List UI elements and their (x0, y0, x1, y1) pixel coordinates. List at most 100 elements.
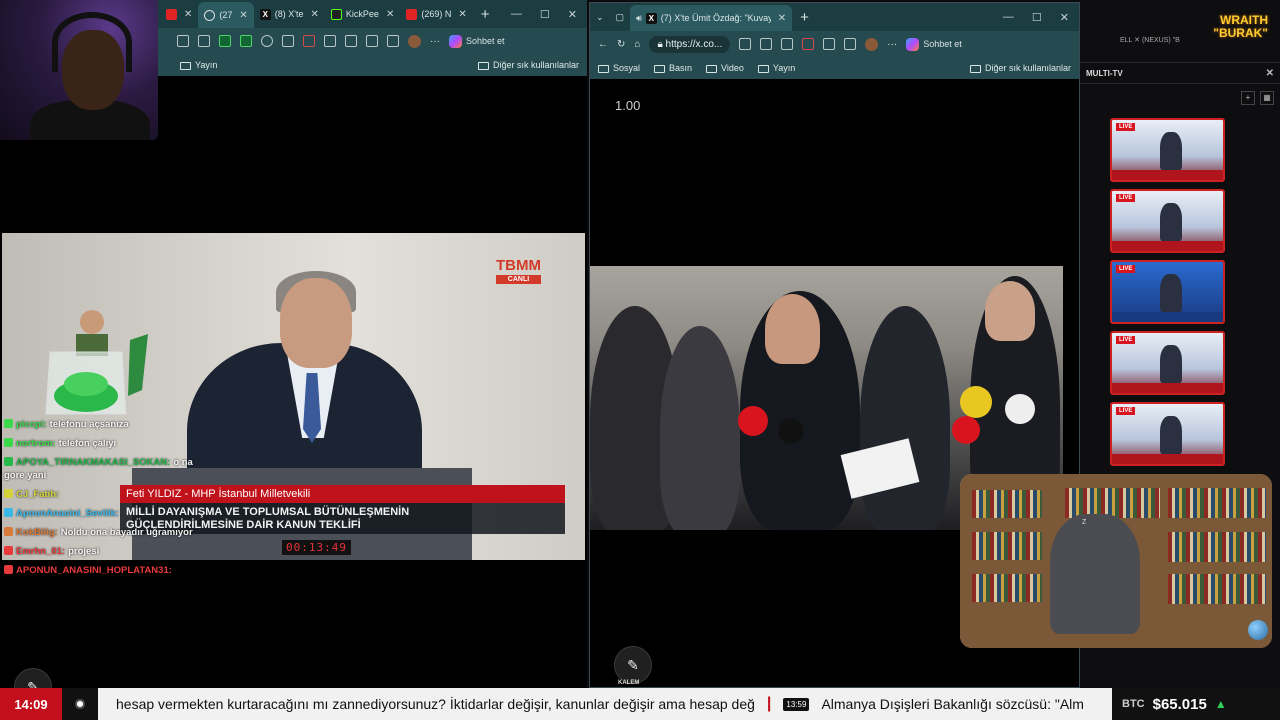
bookmark-video[interactable]: Video (706, 63, 744, 73)
new-tab-button[interactable]: + (792, 9, 817, 26)
chat-message: KokBilig: Noldu ona bayadır uğramıyor (4, 526, 204, 539)
close-window-button[interactable]: ✕ (568, 8, 577, 21)
lock-icon: 🔒︎ (657, 38, 663, 50)
tab-list-dropdown[interactable]: ⌄ (590, 6, 610, 28)
more-menu-icon[interactable]: ··· (887, 39, 897, 50)
copilot-chat-button[interactable]: Sohbet et (449, 34, 505, 48)
chat-username[interactable]: CJ_Fatih: (16, 489, 59, 500)
close-icon[interactable]: ✕ (386, 9, 394, 20)
crowd-figure (660, 326, 740, 530)
kalem-label: KALEM (618, 680, 640, 686)
news-ticker: 14:09 hesap vermekten kurtaracağını mı z… (0, 688, 1280, 720)
favorite-star-icon[interactable] (198, 35, 210, 47)
split-screen-icon[interactable] (345, 35, 357, 47)
chat-text: telefonu açsanıza (49, 419, 129, 430)
chat-username[interactable]: nortrom: (16, 438, 56, 449)
tab-x[interactable]: X (8) X'te ✕ (254, 3, 325, 25)
extension-icon[interactable] (219, 35, 231, 47)
streamer-room-webcam: Z (960, 474, 1272, 648)
minimize-button[interactable]: — (1003, 11, 1014, 24)
microphone (738, 406, 768, 436)
chat-username[interactable]: Emrhn_01: (16, 546, 65, 557)
more-menu-icon[interactable]: ··· (430, 36, 440, 47)
x-logo-icon: X (645, 12, 657, 24)
zoom-level: 1.00 (615, 98, 641, 113)
tv-channel-item[interactable]: LIVE (1110, 189, 1225, 253)
minimize-button[interactable]: — (511, 8, 522, 21)
ticker-track: hesap vermekten kurtaracağını mı zannedi… (98, 688, 1112, 720)
chat-badge-icon (4, 508, 13, 517)
chat-username[interactable]: KokBilig: (16, 527, 58, 538)
folder-icon (969, 64, 981, 73)
extensions-puzzle-icon[interactable] (823, 38, 836, 50)
right-tab-strip: ⌄ ▢ 🔊︎ X (7) X'te Ümit Özdağ: "Kuvay- ✕ … (590, 3, 1079, 31)
chat-username[interactable]: ApounAnasini_Sevilik: (16, 508, 119, 519)
bookmark-basin[interactable]: Basın (654, 63, 692, 73)
tv-channel-item[interactable]: LIVE (1110, 402, 1225, 466)
profile-avatar[interactable] (865, 37, 879, 51)
favorites-icon[interactable] (366, 35, 378, 47)
tab-actions-icon[interactable] (739, 38, 752, 50)
microphone (778, 418, 804, 444)
tab-kick[interactable]: KickPee ✕ (325, 3, 400, 25)
maximize-button[interactable]: ☐ (1032, 11, 1042, 24)
folder-icon (706, 64, 718, 73)
new-tab-button[interactable]: + (473, 6, 498, 23)
bookmark-other-favorites[interactable]: Diğer sık kullanılanlar (969, 63, 1071, 73)
chat-badge-icon (4, 438, 13, 447)
back-icon[interactable]: ← (598, 39, 608, 50)
folder-icon (180, 61, 191, 70)
chat-badge-icon (4, 489, 13, 498)
chat-username[interactable]: piccpi: (16, 419, 47, 430)
btc-price-widget: BTC $65.015 ▲ (1112, 688, 1280, 720)
tab-youtube-269[interactable]: (269) N ✕ (400, 3, 472, 25)
headset (52, 12, 132, 72)
copilot-icon (906, 37, 920, 51)
close-icon[interactable]: ✕ (239, 10, 247, 21)
close-icon[interactable]: ✕ (778, 13, 786, 24)
tv-channel-item[interactable]: LIVE (1110, 118, 1225, 182)
tv-channel-item[interactable]: LIVE (1110, 260, 1225, 324)
grid-view-button[interactable]: ▦ (1260, 91, 1274, 105)
close-icon[interactable]: ✕ (458, 9, 466, 20)
youtube-icon (406, 8, 418, 20)
extension-icon[interactable] (303, 35, 315, 47)
tv-channel-item[interactable]: LIVE (1110, 331, 1225, 395)
chat-username[interactable]: APONUN_ANASINI_HOPLATAN31: (16, 565, 172, 576)
close-window-button[interactable]: ✕ (1060, 11, 1069, 24)
reader-icon[interactable] (760, 38, 773, 50)
chat-badge-icon (4, 419, 13, 428)
tab-actions-icon[interactable] (177, 35, 189, 47)
extension-icon[interactable] (282, 35, 294, 47)
bookmark-yayin[interactable]: Yayın (180, 60, 217, 70)
bookmark-other-favorites[interactable]: Diğer sık kullanılanlar (477, 60, 579, 70)
favorite-star-icon[interactable] (781, 38, 794, 50)
extension-icon[interactable] (802, 38, 815, 50)
kalem-pen-button[interactable]: ✎ (614, 646, 652, 684)
home-icon[interactable]: ⌂ (634, 39, 640, 50)
copilot-chat-button[interactable]: Sohbet et (906, 37, 962, 51)
collections-icon[interactable] (387, 35, 399, 47)
bookmark-sosyal[interactable]: Sosyal (598, 63, 640, 73)
extension-icon[interactable] (240, 35, 252, 47)
refresh-icon[interactable]: ↻ (617, 39, 625, 50)
streamer-face-webcam (0, 0, 158, 140)
maximize-button[interactable]: ☐ (540, 8, 550, 21)
split-screen-icon[interactable] (844, 38, 857, 50)
tv-channel-list: LIVE LIVE LIVE LIVE LIVE (1110, 118, 1225, 473)
audio-icon[interactable]: 🔊︎ (636, 13, 642, 24)
address-bar[interactable]: 🔒︎ https://x.co... (649, 35, 731, 53)
close-icon[interactable]: ✕ (311, 9, 319, 20)
tab-youtube-27-active[interactable]: (27 ✕ (198, 2, 254, 28)
add-channel-button[interactable]: + (1241, 91, 1255, 105)
profile-avatar[interactable] (408, 34, 421, 48)
tab-x-umit-ozdag[interactable]: 🔊︎ X (7) X'te Ümit Özdağ: "Kuvay- ✕ (630, 5, 793, 31)
workspaces-icon[interactable]: ▢ (610, 6, 631, 28)
extension-icon[interactable] (261, 35, 273, 47)
bookmark-yayin[interactable]: Yayın (757, 63, 795, 73)
close-icon[interactable]: ✕ (184, 9, 192, 20)
close-icon[interactable]: ✕ (1266, 68, 1274, 79)
extensions-puzzle-icon[interactable] (324, 35, 336, 47)
tab-youtube-27[interactable]: ✕ (160, 3, 198, 25)
chat-username[interactable]: APOYA_TIRNAKMAKASI_SOKAN: (16, 457, 170, 468)
